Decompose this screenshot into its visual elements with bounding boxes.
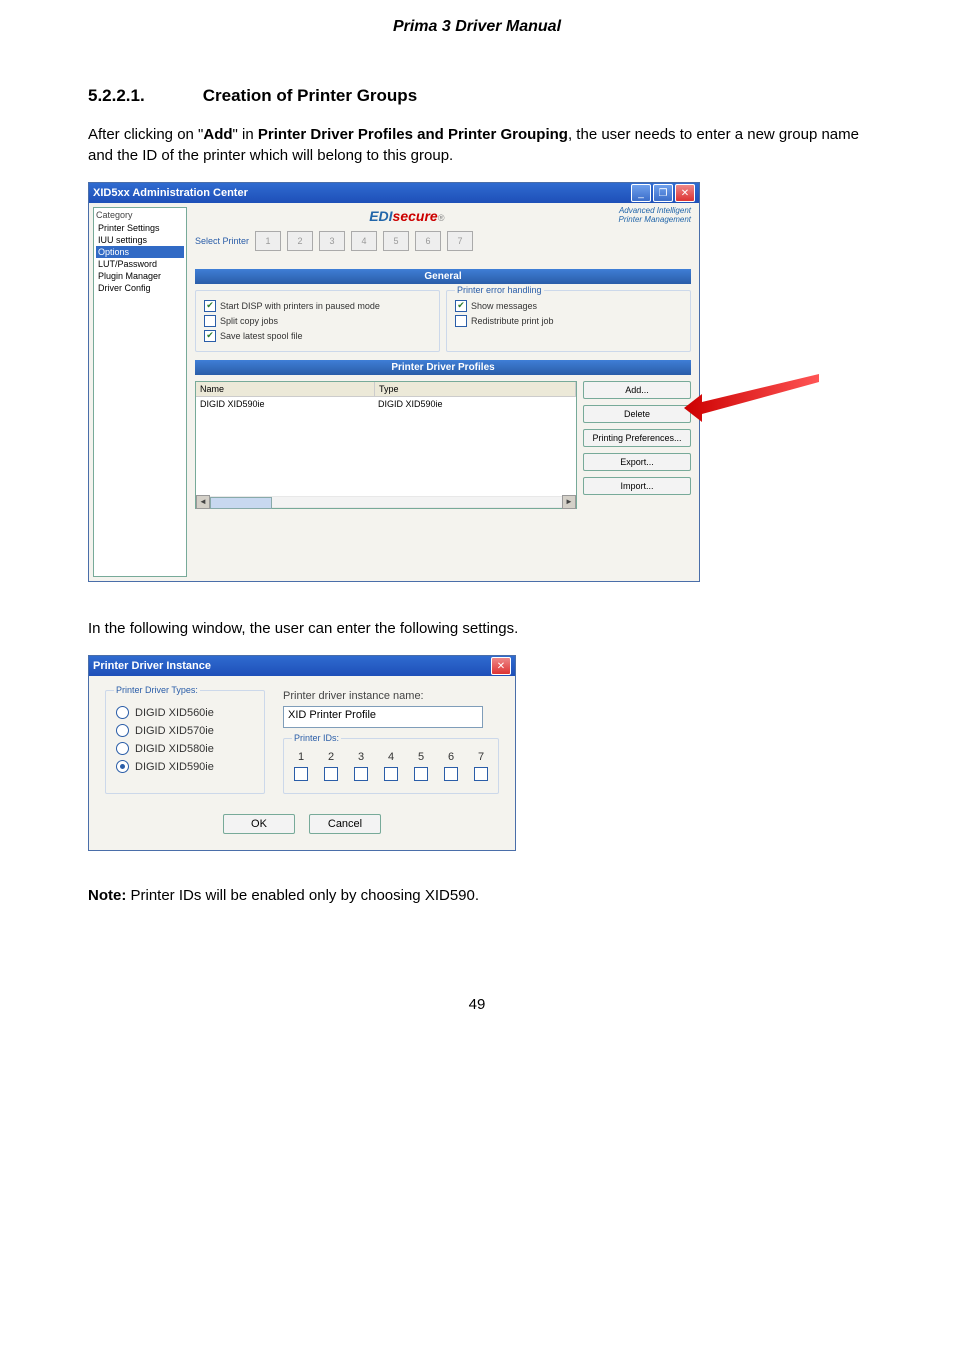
- profiles-list[interactable]: Name Type DIGID XID590ie DIGID XID590ie …: [195, 381, 577, 509]
- driver-types-label: Printer Driver Types:: [114, 685, 200, 695]
- scroll-right-icon[interactable]: ►: [562, 495, 576, 509]
- printer-ids-group: Printer IDs: 1 2 3 4 5 6 7: [283, 738, 499, 794]
- printer-btn-4[interactable]: 4: [351, 231, 377, 251]
- printer-btn-2[interactable]: 2: [287, 231, 313, 251]
- add-button[interactable]: Add...: [583, 381, 691, 399]
- window-titlebar: Printer Driver Instance ✕: [89, 656, 515, 676]
- window-title: XID5xx Administration Center: [93, 187, 248, 199]
- minimize-button[interactable]: _: [631, 184, 651, 202]
- printer-btn-1[interactable]: 1: [255, 231, 281, 251]
- error-handling-label: Printer error handling: [455, 285, 544, 295]
- chk-show-messages[interactable]: ✔Show messages: [455, 300, 682, 312]
- section-title: Creation of Printer Groups: [203, 86, 417, 105]
- category-list: Category Printer Settings IUU settings O…: [93, 207, 187, 577]
- para-2: In the following window, the user can en…: [88, 618, 866, 639]
- chk-save-spool[interactable]: ✔Save latest spool file: [204, 330, 431, 342]
- profiles-band: Printer Driver Profiles: [195, 360, 691, 375]
- cancel-button[interactable]: Cancel: [309, 814, 381, 834]
- category-item[interactable]: Driver Config: [96, 282, 184, 294]
- printing-preferences-button[interactable]: Printing Preferences...: [583, 429, 691, 447]
- para-3: Note: Printer IDs will be enabled only b…: [88, 885, 866, 906]
- category-item[interactable]: LUT/Password: [96, 258, 184, 270]
- scroll-thumb[interactable]: [210, 497, 272, 509]
- brand-tagline: Advanced IntelligentPrinter Management: [619, 207, 691, 225]
- category-item[interactable]: Printer Settings: [96, 222, 184, 234]
- maximize-button[interactable]: ❐: [653, 184, 673, 202]
- ok-button[interactable]: OK: [223, 814, 295, 834]
- export-button[interactable]: Export...: [583, 453, 691, 471]
- radio-xid590[interactable]: DIGID XID590ie: [116, 760, 254, 773]
- section-number: 5.2.2.1.: [88, 86, 198, 106]
- chk-redistribute[interactable]: Redistribute print job: [455, 315, 682, 327]
- import-button[interactable]: Import...: [583, 477, 691, 495]
- error-handling-group: Printer error handling ✔Show messages Re…: [446, 290, 691, 352]
- printer-id-6-checkbox[interactable]: [444, 767, 458, 781]
- section-heading: 5.2.2.1. Creation of Printer Groups: [88, 86, 866, 106]
- category-item[interactable]: IUU settings: [96, 234, 184, 246]
- driver-types-group: Printer Driver Types: DIGID XID560ie DIG…: [105, 690, 265, 794]
- printer-id-2-checkbox[interactable]: [324, 767, 338, 781]
- chk-split-copy[interactable]: Split copy jobs: [204, 315, 431, 327]
- category-header: Category: [96, 210, 184, 220]
- printer-btn-7[interactable]: 7: [447, 231, 473, 251]
- category-item[interactable]: Plugin Manager: [96, 270, 184, 282]
- close-button[interactable]: ✕: [491, 657, 511, 675]
- radio-xid560[interactable]: DIGID XID560ie: [116, 706, 254, 719]
- printer-id-3-checkbox[interactable]: [354, 767, 368, 781]
- para-1: After clicking on "Add" in Printer Drive…: [88, 124, 866, 166]
- callout-arrow-icon: [684, 368, 824, 428]
- category-item-selected[interactable]: Options: [96, 246, 184, 258]
- col-type-header[interactable]: Type: [375, 382, 576, 396]
- instance-name-input[interactable]: XID Printer Profile: [283, 706, 483, 728]
- chk-start-paused[interactable]: ✔Start DISP with printers in paused mode: [204, 300, 431, 312]
- select-printer-label: Select Printer: [195, 236, 249, 246]
- general-left-group: ✔Start DISP with printers in paused mode…: [195, 290, 440, 352]
- scroll-left-icon[interactable]: ◄: [196, 495, 210, 509]
- instance-name-label: Printer driver instance name:: [283, 690, 499, 702]
- horizontal-scrollbar[interactable]: ◄ ►: [196, 496, 576, 508]
- window-title: Printer Driver Instance: [93, 660, 211, 672]
- printer-id-7-checkbox[interactable]: [474, 767, 488, 781]
- radio-xid580[interactable]: DIGID XID580ie: [116, 742, 254, 755]
- delete-button[interactable]: Delete: [583, 405, 691, 423]
- printer-id-5-checkbox[interactable]: [414, 767, 428, 781]
- printer-id-1-checkbox[interactable]: [294, 767, 308, 781]
- window-titlebar: XID5xx Administration Center _ ❐ ✕: [89, 183, 699, 203]
- close-button[interactable]: ✕: [675, 184, 695, 202]
- printer-btn-3[interactable]: 3: [319, 231, 345, 251]
- page-number: 49: [88, 996, 866, 1013]
- printer-ids-label: Printer IDs:: [292, 733, 341, 743]
- printer-id-4-checkbox[interactable]: [384, 767, 398, 781]
- doc-title: Prima 3 Driver Manual: [88, 18, 866, 36]
- general-band: General: [195, 269, 691, 284]
- printer-btn-5[interactable]: 5: [383, 231, 409, 251]
- printer-driver-instance-window: Printer Driver Instance ✕ Printer Driver…: [88, 655, 516, 851]
- col-name-header[interactable]: Name: [196, 382, 375, 396]
- radio-xid570[interactable]: DIGID XID570ie: [116, 724, 254, 737]
- printer-btn-6[interactable]: 6: [415, 231, 441, 251]
- admin-center-window: XID5xx Administration Center _ ❐ ✕ Categ…: [88, 182, 700, 582]
- table-row[interactable]: DIGID XID590ie DIGID XID590ie: [196, 397, 576, 411]
- brand-logo: EDIsecure®: [369, 208, 444, 224]
